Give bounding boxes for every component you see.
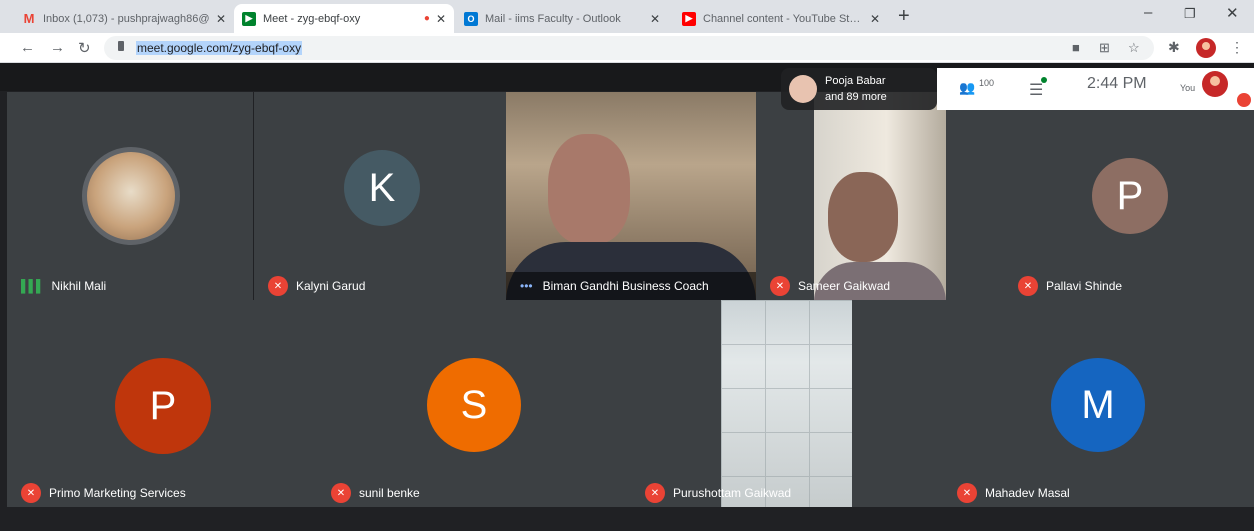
avatar: P xyxy=(115,358,211,454)
close-tab-icon[interactable]: ✕ xyxy=(216,12,226,26)
new-tab-button[interactable]: + xyxy=(898,5,910,28)
meeting-clock: 2:44 PM xyxy=(1087,75,1147,92)
participant-name: ✕ Pallavi Shinde xyxy=(1004,272,1122,300)
name-label: Nikhil Mali xyxy=(51,279,107,293)
participant-tile-mahadev[interactable]: M ✕ Mahadev Masal xyxy=(943,300,1254,507)
tab-title: Meet - zyg-ebqf-oxy xyxy=(263,12,361,25)
lock-icon xyxy=(118,41,124,51)
name-label: Pallavi Shinde xyxy=(1046,279,1123,293)
name-label: sunil benke xyxy=(359,486,420,500)
name-label: Purushottam Gaikwad xyxy=(673,486,792,500)
tab-meet[interactable]: ▶ Meet - zyg-ebqf-oxy ● ✕ xyxy=(234,4,454,33)
tab-title: Mail - iims Faculty - Outlook xyxy=(485,12,621,25)
participant-tile-sunil[interactable]: S ✕ sunil benke xyxy=(317,300,631,507)
meet-icon: ▶ xyxy=(242,11,256,26)
people-preview-name: Pooja Babar xyxy=(825,75,886,87)
people-icon[interactable]: 👥 xyxy=(959,80,975,96)
mic-off-icon: ✕ xyxy=(770,276,790,296)
close-tab-icon[interactable]: ✕ xyxy=(436,12,446,26)
participant-tile-kalyni[interactable]: K ✕ Kalyni Garud xyxy=(254,92,506,300)
avatar: S xyxy=(427,358,521,452)
tab-title: Inbox (1,073) - pushprajwagh86@ xyxy=(43,12,210,25)
mic-off-icon: ✕ xyxy=(268,276,288,296)
participant-name: ✕ sunil benke xyxy=(317,479,420,507)
participant-name: ••• Biman Gandhi Business Coach xyxy=(506,272,756,300)
avatar: P xyxy=(1092,158,1168,234)
restore-button[interactable]: ❐ xyxy=(1184,6,1196,22)
address-bar[interactable]: meet.google.com/zyg-ebqf-oxy ■ ⊞ ☆ xyxy=(104,36,1154,60)
mic-off-icon: ✕ xyxy=(21,483,41,503)
url-text[interactable]: meet.google.com/zyg-ebqf-oxy xyxy=(136,41,303,55)
recording-icon: ● xyxy=(423,13,430,24)
youtube-icon: ▶ xyxy=(682,11,696,26)
name-label: Primo Marketing Services xyxy=(49,486,186,500)
gmail-icon: M xyxy=(23,11,35,26)
participant-tile-biman[interactable]: ••• Biman Gandhi Business Coach xyxy=(506,92,756,300)
self-label: You xyxy=(1180,83,1196,93)
forward-button[interactable]: → xyxy=(50,39,65,56)
more-options-icon: ••• xyxy=(520,279,533,293)
people-preview-text: Pooja Babar and 89 more xyxy=(825,73,887,105)
video-feed xyxy=(721,300,852,507)
back-button[interactable]: ← xyxy=(20,39,35,56)
participant-tile-pallavi[interactable]: P ✕ Pallavi Shinde xyxy=(1004,92,1254,300)
participant-tile-purushottam[interactable]: ✕ Purushottam Gaikwad xyxy=(631,300,943,507)
close-tab-icon[interactable]: ✕ xyxy=(870,12,880,26)
participant-name: ✕ Sameer Gaikwad xyxy=(756,272,890,300)
avatar xyxy=(789,75,817,103)
minimize-button[interactable]: – xyxy=(1144,4,1152,21)
people-preview-more: and 89 more xyxy=(825,91,887,103)
name-label: Biman Gandhi Business Coach xyxy=(542,279,709,293)
browser-toolbar: ← → ↻ meet.google.com/zyg-ebqf-oxy ■ ⊞ ☆… xyxy=(0,33,1254,63)
participant-name: ▌▌▌ Nikhil Mali xyxy=(7,272,106,300)
reload-button[interactable]: ↻ xyxy=(78,39,91,57)
participant-name: ✕ Primo Marketing Services xyxy=(7,479,186,507)
video-feed xyxy=(828,172,898,262)
extensions-icon[interactable]: ✱ xyxy=(1168,39,1180,56)
participant-name: ✕ Kalyni Garud xyxy=(254,272,365,300)
video-feed xyxy=(548,134,630,244)
close-tab-icon[interactable]: ✕ xyxy=(650,12,660,26)
speaking-icon: ▌▌▌ xyxy=(21,279,44,293)
name-label: Mahadev Masal xyxy=(985,486,1070,500)
outlook-icon: O xyxy=(464,11,478,26)
menu-icon[interactable]: ⋮ xyxy=(1230,39,1244,56)
mic-off-icon: ✕ xyxy=(331,483,351,503)
mic-off-icon: ✕ xyxy=(645,483,665,503)
tab-youtube[interactable]: ▶ Channel content - YouTube Studi ✕ xyxy=(674,4,888,33)
name-label: Sameer Gaikwad xyxy=(798,279,891,293)
chat-icon[interactable]: ☰ xyxy=(1029,80,1043,100)
tab-outlook[interactable]: O Mail - iims Faculty - Outlook ✕ xyxy=(456,4,668,33)
participant-tile-sameer[interactable]: ✕ Sameer Gaikwad xyxy=(756,92,1004,300)
participant-name: ✕ Mahadev Masal xyxy=(943,479,1070,507)
video-feed xyxy=(814,92,946,300)
video-feed xyxy=(721,300,852,507)
translate-icon[interactable]: ⊞ xyxy=(1099,40,1110,56)
participant-name: ✕ Purushottam Gaikwad xyxy=(631,479,791,507)
tab-gmail[interactable]: M Inbox (1,073) - pushprajwagh86@ ✕ xyxy=(14,4,234,33)
participant-tile-nikhil[interactable]: ▌▌▌ Nikhil Mali xyxy=(7,92,253,300)
mic-off-icon: ✕ xyxy=(1018,276,1038,296)
close-window-button[interactable]: ✕ xyxy=(1226,4,1239,22)
browser-tabstrip: M Inbox (1,073) - pushprajwagh86@ ✕ ▶ Me… xyxy=(0,0,1254,33)
avatar: M xyxy=(1051,358,1145,452)
tab-title: Channel content - YouTube Studi xyxy=(703,12,864,25)
people-preview[interactable]: Pooja Babar and 89 more xyxy=(781,68,937,110)
avatar xyxy=(82,147,180,245)
bookmark-star-icon[interactable]: ☆ xyxy=(1128,40,1140,56)
participant-count: 100 xyxy=(979,78,995,88)
self-mic-off-icon[interactable] xyxy=(1237,93,1251,107)
participant-tile-primo[interactable]: P ✕ Primo Marketing Services xyxy=(7,300,317,507)
avatar: K xyxy=(344,150,420,226)
mic-off-icon: ✕ xyxy=(957,483,977,503)
self-avatar[interactable] xyxy=(1202,71,1228,97)
profile-avatar[interactable] xyxy=(1196,38,1216,58)
name-label: Kalyni Garud xyxy=(296,279,366,293)
meet-grid: ▌▌▌ Nikhil Mali K ✕ Kalyni Garud ••• Bim… xyxy=(0,63,1254,531)
chat-notification-dot xyxy=(1041,77,1047,83)
camera-icon[interactable]: ■ xyxy=(1072,40,1080,55)
